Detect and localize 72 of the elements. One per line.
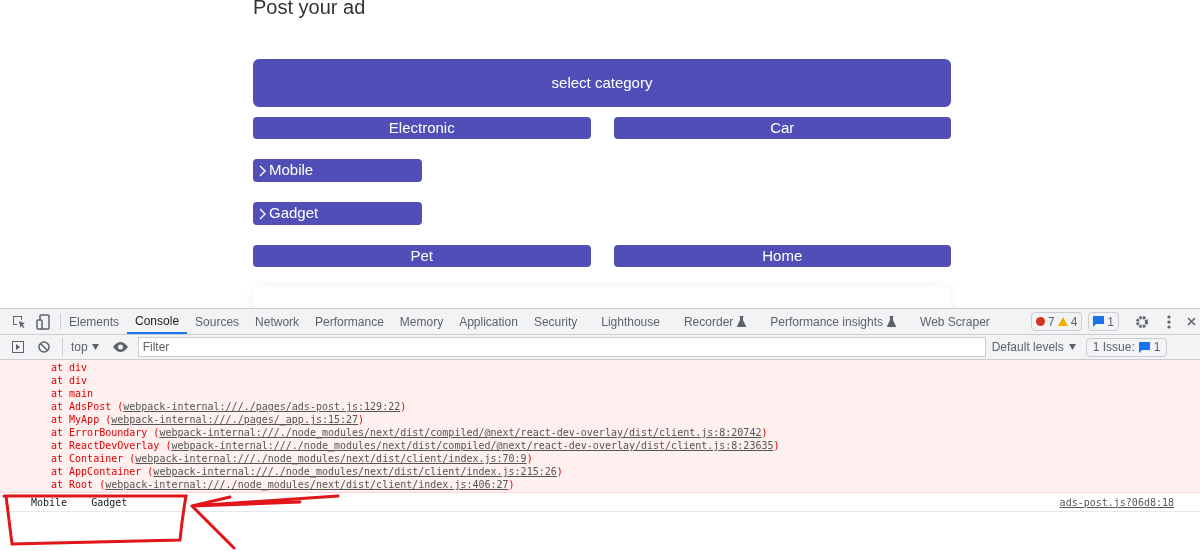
chevron-right-icon (258, 207, 266, 220)
stack-frame-text: at MyApp ( (51, 413, 112, 425)
devtools-tab[interactable]: Performance insights (762, 309, 905, 334)
chevron-right-icon (258, 164, 266, 177)
closing-paren: ) (508, 478, 515, 491)
warning-icon (1057, 317, 1068, 326)
close-icon[interactable] (1187, 317, 1196, 326)
stack-frame-text: at Root ( (51, 478, 106, 490)
subcategory-button[interactable]: Mobile (253, 159, 422, 182)
category-button[interactable]: Pet (253, 245, 591, 267)
device-icon[interactable] (36, 313, 50, 330)
clear-icon[interactable] (38, 341, 50, 353)
closing-paren: ) (773, 439, 780, 451)
error-count: 7 (1047, 313, 1055, 331)
devtools-tab[interactable]: Network (247, 309, 308, 334)
devtools-tab[interactable]: Lighthouse (593, 309, 668, 334)
subcategory-button[interactable]: Gadget (253, 202, 422, 225)
message-count: 1 (1107, 313, 1114, 331)
source-link[interactable]: webpack-internal:///./pages/_app.js:15:27 (111, 413, 359, 426)
message-counter[interactable]: 1 (1088, 312, 1119, 331)
warning-count: 4 (1070, 313, 1078, 331)
devtools-tab[interactable]: Web Scraper (912, 309, 998, 334)
source-link[interactable]: ads-post.js?06d8:18 (1059, 494, 1174, 510)
devtools-tab[interactable]: Performance (307, 309, 392, 334)
inspect-icon[interactable] (12, 314, 26, 329)
category-button[interactable]: Electronic (253, 117, 591, 139)
closing-paren: ) (526, 452, 533, 465)
devtools-tab[interactable]: Recorder (675, 309, 755, 334)
caret-icon (1068, 344, 1076, 350)
source-link[interactable]: webpack-internal:///./node_modules/next/dist/client/index.js:70:9 (135, 452, 527, 465)
sidebar-icon[interactable] (12, 341, 24, 353)
context-dropdown[interactable]: top (62, 338, 99, 356)
category-button[interactable]: Home (613, 245, 951, 267)
source-link[interactable]: webpack-internal:///./node_modules/next/dist/compiled/@next/react-dev-overlay/dist/client.js:8:20742 (159, 426, 762, 439)
stack-frame-text: at div (51, 361, 88, 374)
select-category-button[interactable]: select category (253, 59, 951, 107)
flask-icon (737, 316, 747, 327)
filter-field[interactable]: Filter (137, 337, 986, 357)
stack-frame-text: at ErrorBoundary ( (51, 426, 160, 438)
message-icon (1138, 341, 1150, 353)
closing-paren: ) (556, 465, 563, 478)
levels-dropdown[interactable]: Default levels (991, 338, 1076, 356)
source-link[interactable]: webpack-internal:///./pages/ads-post.js:129:22 (123, 400, 401, 413)
log-message: Mobile Gadget (31, 495, 128, 510)
issue-counter[interactable]: 7 4 (1030, 312, 1083, 331)
flask-icon (887, 316, 897, 327)
settings-icon[interactable] (1135, 314, 1149, 329)
error-icon (1035, 317, 1045, 326)
caret-icon (91, 344, 99, 350)
closing-paren: ) (761, 426, 768, 438)
stack-frame-text: at main (51, 387, 94, 400)
closing-paren: ) (358, 413, 365, 425)
more-icon[interactable] (1167, 314, 1171, 329)
stack-frame-text: at Container ( (51, 452, 136, 464)
stack-frame-text: at ReactDevOverlay ( (51, 439, 172, 451)
eye-icon[interactable] (112, 342, 128, 352)
stack-frame-text: at AdsPost ( (51, 400, 124, 413)
devtools-tab[interactable]: Security (525, 309, 586, 334)
devtools-tab[interactable]: Memory (391, 309, 452, 334)
stack-frame-text: at div (51, 374, 88, 387)
devtools-tab[interactable]: Sources (187, 309, 248, 334)
source-link[interactable]: webpack-internal:///./node_modules/next/dist/client/index.js:406:27 (105, 478, 509, 491)
category-button[interactable]: Car (613, 117, 951, 139)
stack-frame-text: at AppContainer ( (51, 465, 154, 477)
page-title: Post your ad (253, 0, 366, 18)
message-icon (1093, 316, 1105, 327)
devtools-tab[interactable]: Elements (61, 309, 128, 334)
source-link[interactable]: webpack-internal:///./node_modules/next/dist/compiled/@next/react-dev-overlay/dist/client.js:8:23635 (171, 439, 774, 452)
issues-button[interactable]: 1 Issue: 1 (1085, 337, 1168, 357)
closing-paren: ) (400, 400, 407, 413)
source-link[interactable]: webpack-internal:///./node_modules/next/dist/client/index.js:215:26 (153, 465, 557, 478)
devtools-tab[interactable]: Application (451, 309, 526, 334)
